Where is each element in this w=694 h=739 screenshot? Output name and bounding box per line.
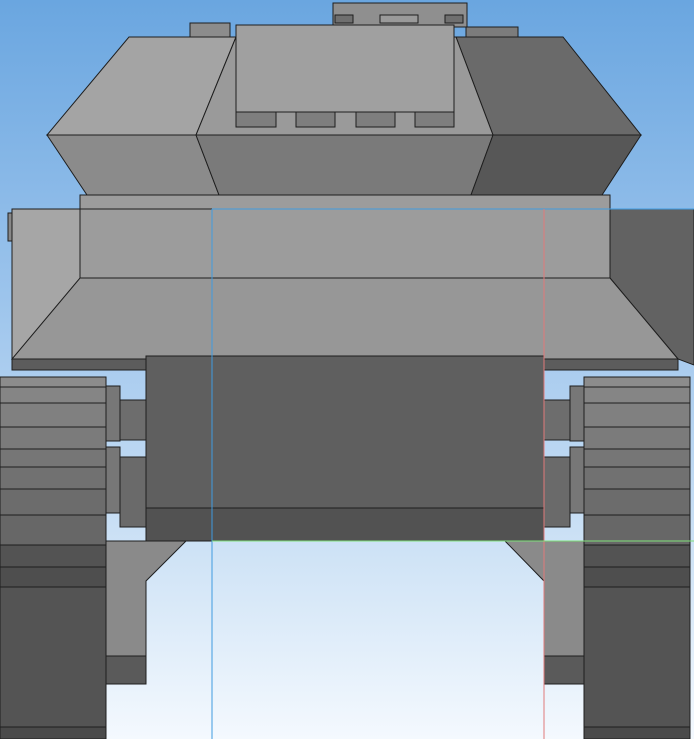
right-track[interactable] bbox=[583, 376, 691, 739]
mantlet-lug-2 bbox=[295, 111, 336, 128]
turret-left-lower-face[interactable] bbox=[46, 134, 220, 196]
right-hub-lower[interactable] bbox=[543, 456, 571, 528]
left-hub-upper-outer bbox=[105, 385, 121, 442]
mantlet-lug-3 bbox=[355, 111, 396, 128]
left-hub-upper[interactable] bbox=[119, 399, 147, 441]
hull-glacis-lower[interactable] bbox=[10, 277, 680, 360]
left-arm-foot bbox=[105, 655, 147, 685]
right-hub-upper-outer bbox=[569, 385, 585, 442]
turret-periscope-right bbox=[465, 26, 519, 38]
cad-viewport[interactable] bbox=[0, 0, 694, 739]
model-canvas[interactable] bbox=[0, 0, 694, 739]
turret-center-lower-face[interactable] bbox=[195, 134, 494, 196]
right-hub-lower-outer bbox=[569, 446, 585, 514]
lower-hull-bottom[interactable] bbox=[145, 507, 545, 542]
left-hub-lower-outer bbox=[105, 446, 121, 514]
lower-hull-front[interactable] bbox=[145, 355, 545, 509]
mantlet-lug-1 bbox=[235, 111, 277, 128]
left-track[interactable] bbox=[0, 376, 107, 739]
mantlet-lug-4 bbox=[414, 111, 455, 128]
turret-right-lower-face[interactable] bbox=[470, 134, 642, 196]
gun-mantlet[interactable] bbox=[235, 24, 455, 113]
turret-periscope-left bbox=[189, 22, 231, 38]
hull-glacis-upper[interactable] bbox=[79, 208, 611, 279]
right-hub-upper[interactable] bbox=[543, 399, 571, 441]
hull-left-lamp bbox=[7, 212, 13, 242]
cupola-slot-center bbox=[379, 14, 419, 24]
left-hub-lower[interactable] bbox=[119, 456, 147, 528]
turret-ring[interactable] bbox=[79, 194, 611, 210]
cupola-slot-right bbox=[444, 14, 464, 24]
right-arm-foot bbox=[543, 655, 585, 685]
cupola-slot-left bbox=[334, 14, 354, 24]
